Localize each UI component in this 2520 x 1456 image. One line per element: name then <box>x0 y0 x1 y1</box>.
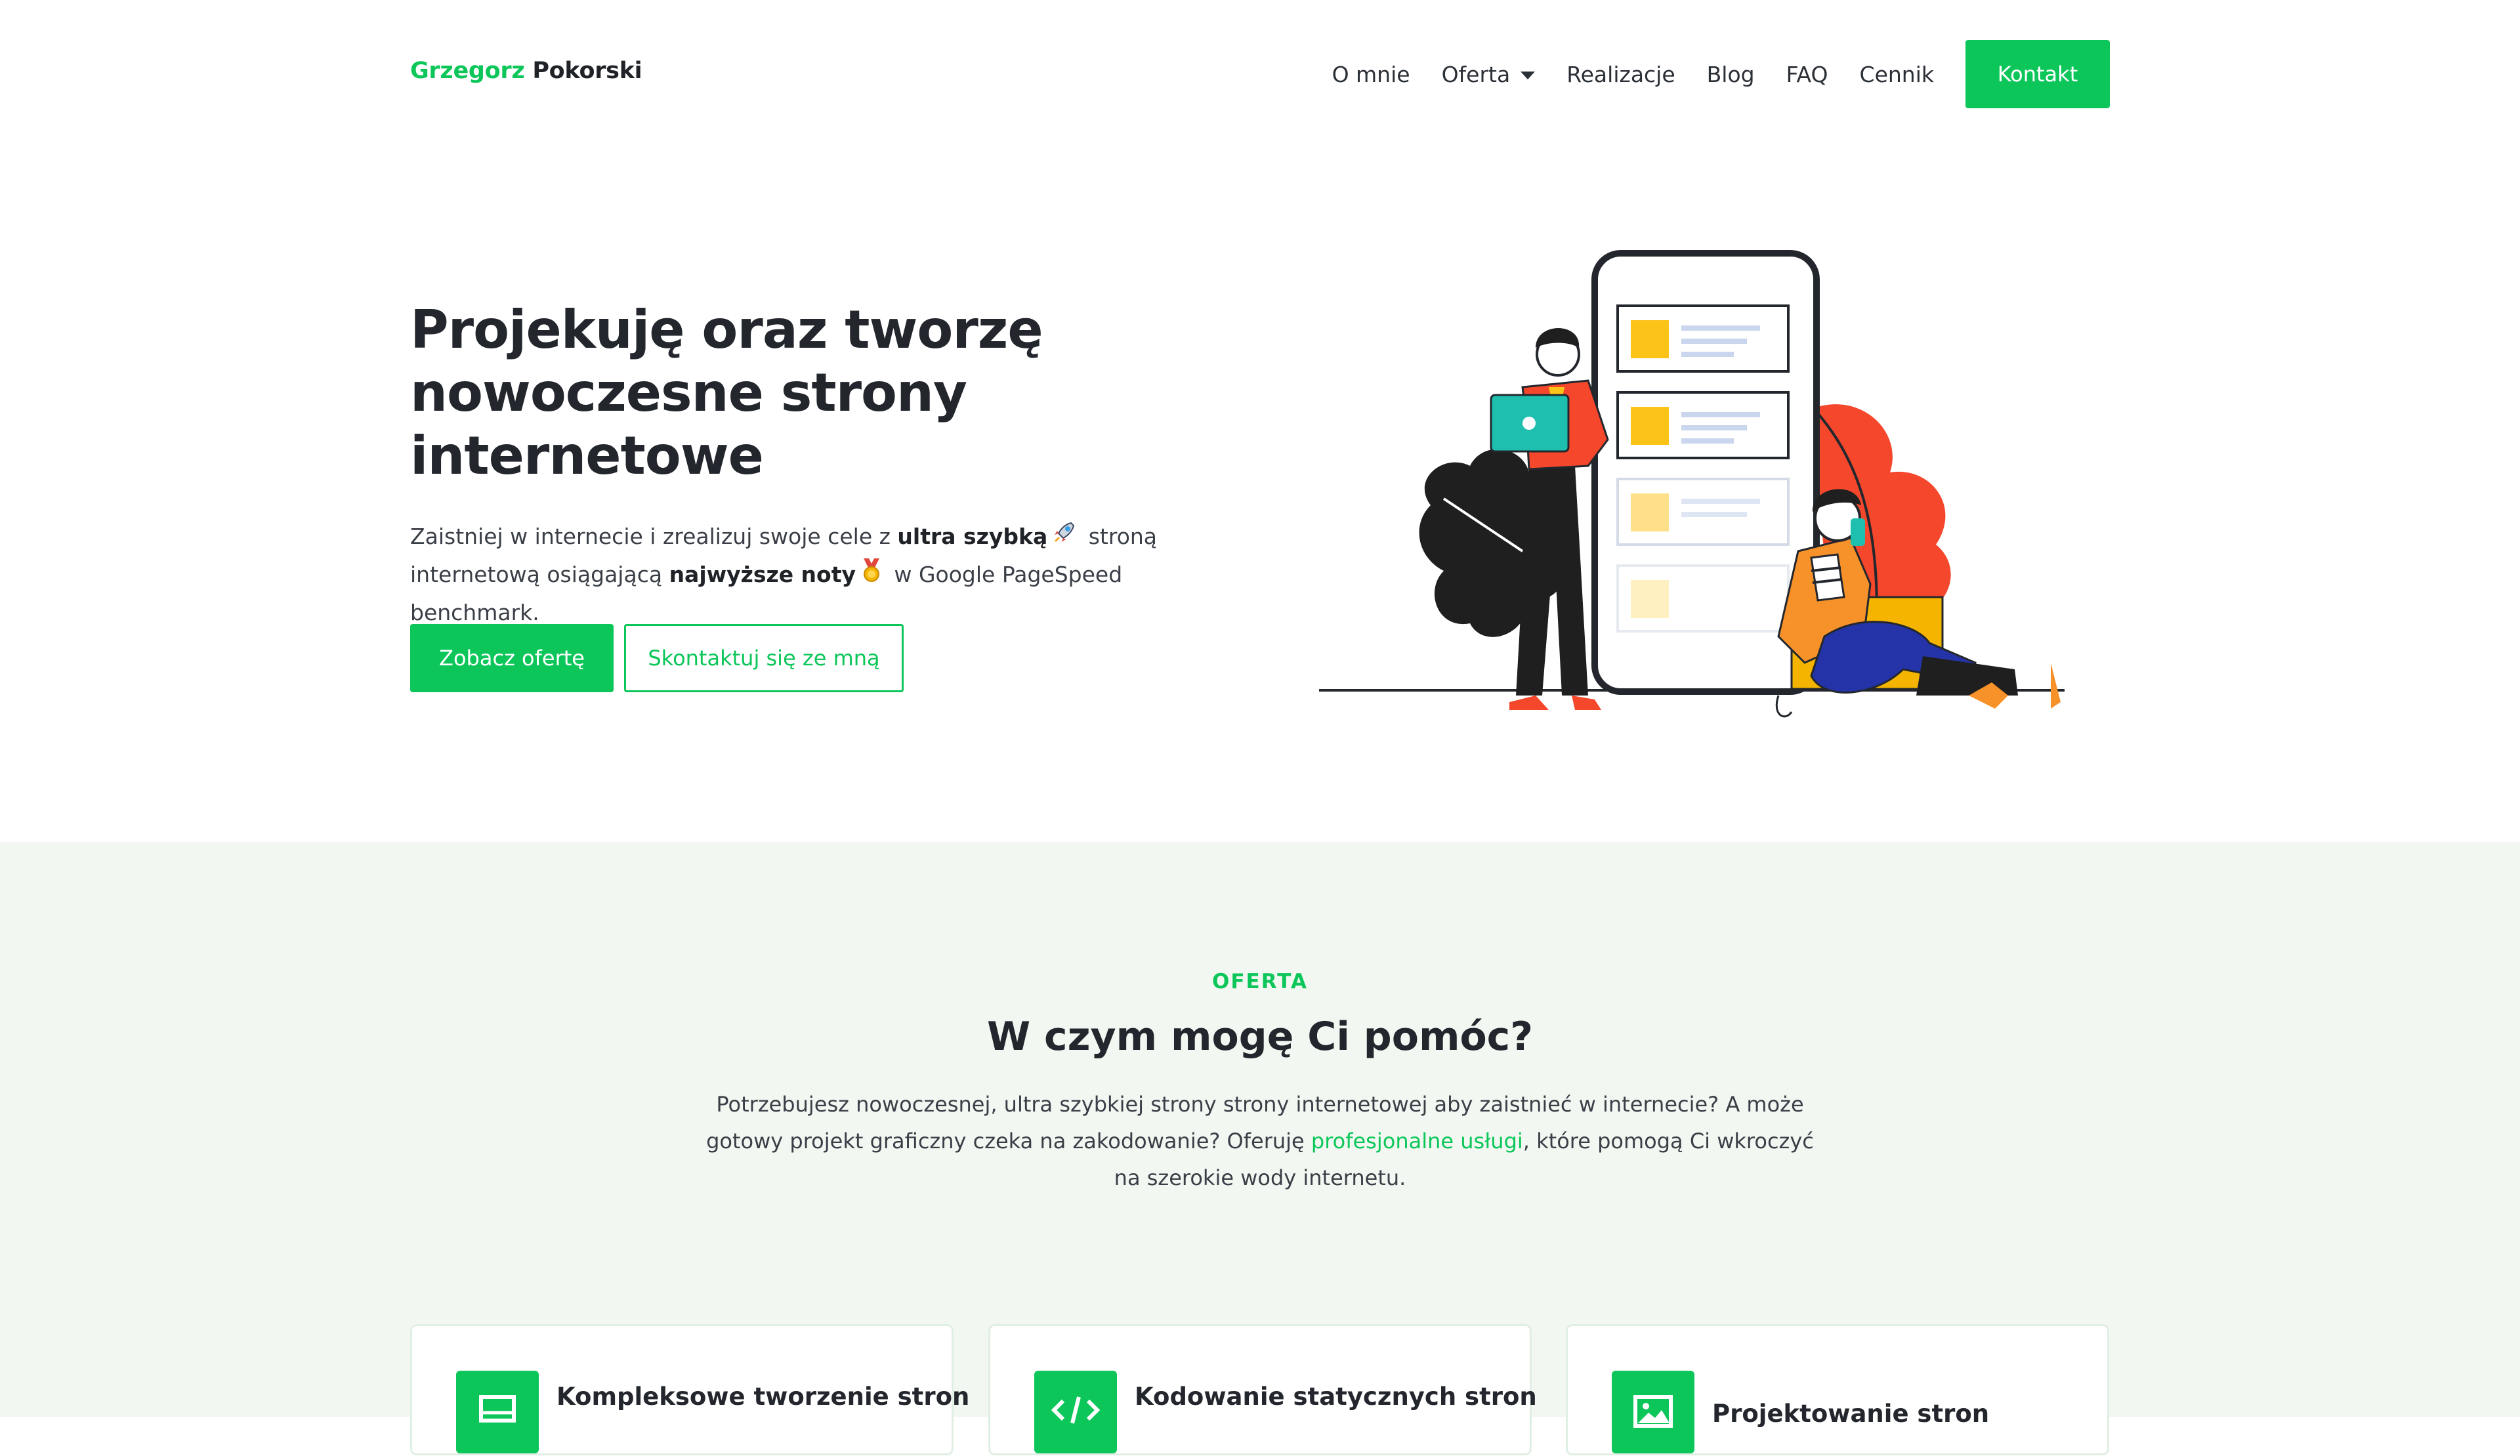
rocket-icon <box>1051 519 1078 556</box>
hero-subtitle: Zaistniej w internecie i zrealizuj swoje… <box>410 518 1230 631</box>
phone-card-2 <box>1616 391 1790 459</box>
nav-item-oferta[interactable]: Oferta <box>1442 62 1536 87</box>
hero-sub-bold1: ultra szybką <box>897 524 1048 549</box>
nav-item-o-mnie[interactable]: O mnie <box>1332 62 1410 87</box>
medal-icon <box>860 557 883 594</box>
site-logo[interactable]: Grzegorz Pokorski <box>410 58 642 84</box>
nav-item-cennik[interactable]: Cennik <box>1860 62 1934 87</box>
service-card-coding[interactable]: Kodowanie statycznych stron <box>988 1324 1537 1455</box>
code-icon <box>1034 1371 1117 1453</box>
offer-eyebrow: OFERTA <box>1212 970 1308 993</box>
monitor-icon <box>456 1371 539 1453</box>
phone-card-4 <box>1616 564 1790 633</box>
nav-item-blog[interactable]: Blog <box>1707 62 1755 87</box>
professional-services-link[interactable]: profesjonalne usługi <box>1311 1129 1523 1154</box>
contact-me-button[interactable]: Skontaktuj się ze mną <box>624 624 904 692</box>
main-nav: O mnie Oferta Realizacje Blog FAQ Cennik… <box>1301 40 2110 108</box>
service-card-title: Projektowanie stron <box>1712 1400 1990 1428</box>
image-icon <box>1612 1371 1694 1453</box>
see-offer-button[interactable]: Zobacz ofertę <box>410 624 614 692</box>
service-card-complex[interactable]: Kompleksowe tworzenie stron <box>410 1324 969 1455</box>
chevron-down-icon <box>1521 72 1536 79</box>
offer-title: W czym mogę Ci pomóc? <box>986 1014 1534 1060</box>
hero-sub-bold2: najwyższe noty <box>669 562 856 587</box>
contact-button[interactable]: Kontakt <box>1965 40 2110 108</box>
offer-description: Potrzebujesz nowoczesnej, ultra szybkiej… <box>696 1086 1824 1196</box>
phone-card-1 <box>1616 304 1790 373</box>
nav-item-faq[interactable]: FAQ <box>1786 62 1828 87</box>
hero-sub-part1: Zaistniej w internecie i zrealizuj swoje… <box>410 524 898 549</box>
logo-last-name: Pokorski <box>532 58 642 84</box>
service-card-design[interactable]: Projektowanie stron <box>1566 1324 2109 1455</box>
service-card-title: Kodowanie statycznych stron <box>1135 1383 1537 1411</box>
hero-title: Projekuję oraz tworzę nowoczesne strony … <box>410 299 1043 486</box>
hero-illustration <box>1319 250 2065 718</box>
nav-item-realizacje[interactable]: Realizacje <box>1566 62 1675 87</box>
phone-card-3 <box>1616 478 1790 546</box>
nav-item-oferta-label: Oferta <box>1441 61 1511 87</box>
service-card-title: Kompleksowe tworzenie stron <box>556 1383 970 1411</box>
logo-first-name: Grzegorz <box>410 58 525 84</box>
